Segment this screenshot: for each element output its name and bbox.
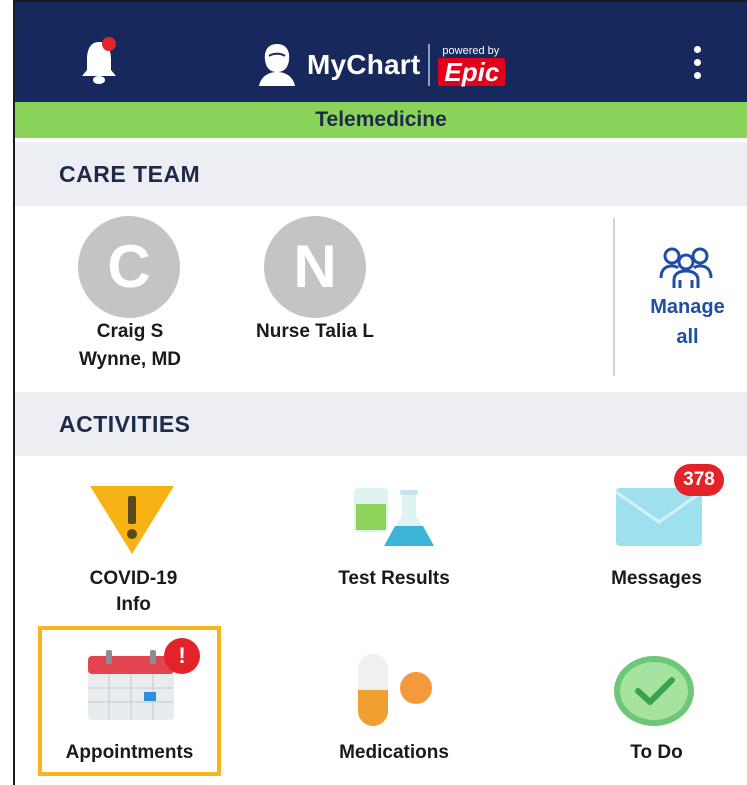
appointments-highlight-box: [38, 626, 221, 776]
notification-bell-icon[interactable]: [79, 36, 119, 86]
care-team-member-craig[interactable]: Craig S Wynne, MD: [50, 318, 210, 374]
manage-label-line1: Manage: [650, 296, 725, 318]
avatar-craig[interactable]: C: [78, 216, 180, 318]
warning-icon[interactable]: [86, 484, 178, 556]
activity-covid-19[interactable]: COVID-19 Info: [56, 566, 211, 618]
telemedicine-banner[interactable]: Telemedicine: [15, 102, 747, 138]
logo-divider: [428, 44, 431, 86]
messages-unread-badge: 378: [674, 464, 724, 496]
kebab-menu-icon[interactable]: [689, 46, 705, 86]
epic-brand: Epic: [438, 57, 506, 86]
avatar-nurse-talia[interactable]: N: [264, 216, 366, 318]
app-header: MyChart powered by Epic: [15, 2, 747, 102]
checkmark-icon[interactable]: [612, 654, 696, 728]
care-team-member-nurse-talia[interactable]: Nurse Talia L: [230, 318, 400, 346]
activity-messages[interactable]: Messages: [584, 566, 729, 592]
care-team-divider: [613, 218, 615, 376]
activity-label-line2: Info: [116, 594, 151, 615]
care-team-heading: CARE TEAM: [15, 142, 747, 206]
manage-label-line2: all: [676, 326, 699, 348]
beakers-icon[interactable]: [350, 480, 438, 552]
app-name: MyChart: [307, 49, 421, 80]
activity-label-line1: Medications: [339, 742, 449, 763]
group-icon[interactable]: [658, 244, 714, 290]
powered-by-text: powered by: [442, 44, 500, 57]
mychart-logo: MyChart powered by Epic: [255, 40, 506, 90]
powered-by-epic: powered by Epic: [438, 44, 506, 86]
pill-icon[interactable]: [356, 652, 436, 728]
member-name-line1: Nurse Talia L: [256, 321, 374, 342]
member-name-line1: Craig S: [96, 321, 164, 342]
activity-label-line1: Test Results: [338, 568, 450, 589]
activity-label-line1: COVID-19: [89, 568, 178, 589]
activities-heading: ACTIVITIES: [15, 392, 747, 456]
activity-label-line1: Messages: [611, 568, 702, 589]
mychart-person-icon: [259, 44, 295, 86]
activity-label-line1: To Do: [630, 742, 683, 763]
activity-medications[interactable]: Medications: [296, 740, 492, 766]
member-name-line2: Wynne, MD: [78, 349, 182, 370]
activity-to-do[interactable]: To Do: [594, 740, 719, 766]
activity-test-results[interactable]: Test Results: [300, 566, 488, 592]
manage-all-link[interactable]: Manage all: [630, 292, 745, 352]
